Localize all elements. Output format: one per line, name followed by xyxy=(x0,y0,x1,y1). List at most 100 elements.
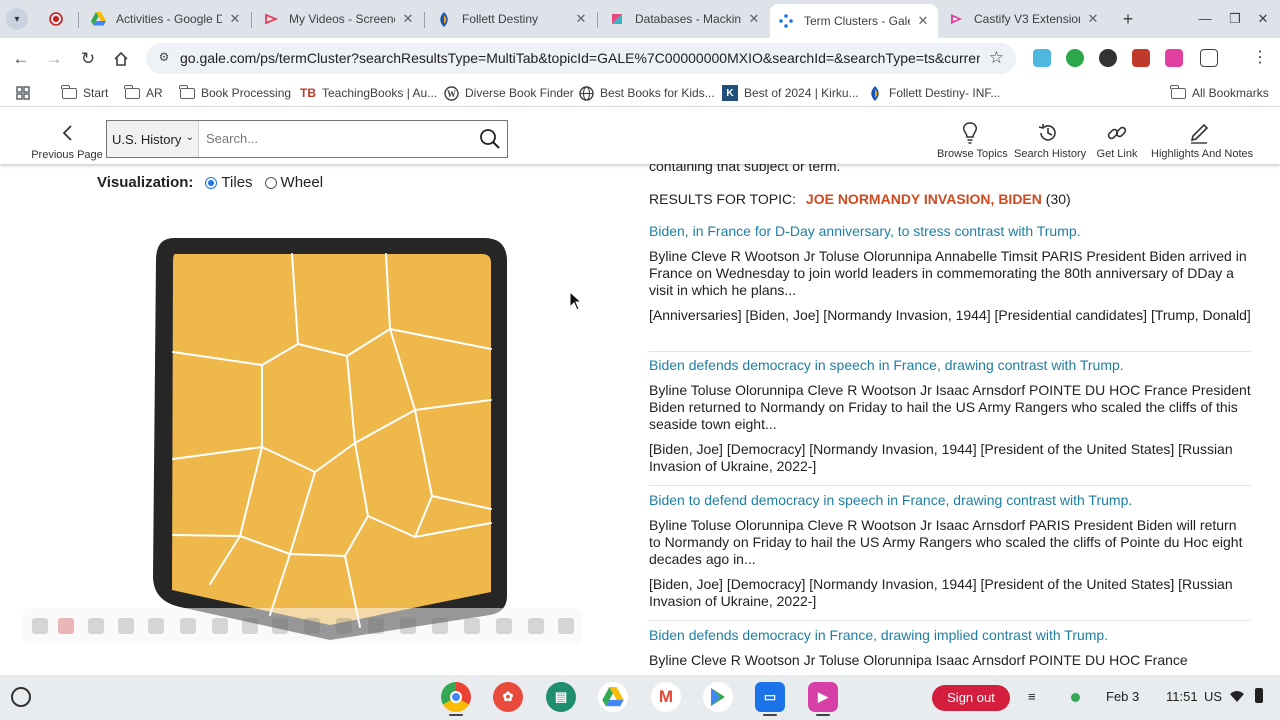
tab-recording[interactable] xyxy=(40,4,80,34)
google-drive-icon[interactable] xyxy=(598,682,628,712)
address-bar[interactable]: ⚙ go.gale.com/ps/termCluster?searchResul… xyxy=(146,43,1016,74)
apps-grid-icon[interactable] xyxy=(16,84,30,102)
result-subjects[interactable]: [Biden, Joe] [Democracy] [Normandy Invas… xyxy=(649,576,1251,610)
tab-mackinvia[interactable]: Databases - MackinVIA ✕ xyxy=(601,4,769,34)
previous-page-button[interactable]: Previous Page xyxy=(30,124,104,161)
gmail-icon[interactable]: M xyxy=(651,682,681,712)
extension-icon[interactable] xyxy=(1066,49,1084,67)
history-icon xyxy=(1014,122,1082,144)
close-tab-icon[interactable]: ✕ xyxy=(401,11,415,27)
bookmark-kirkus[interactable]: K Best of 2024 | Kirku... xyxy=(722,84,859,102)
battery-icon[interactable] xyxy=(1255,688,1263,703)
folder-icon xyxy=(1169,84,1186,101)
tab-term-clusters[interactable]: Term Clusters - Gale In Context ✕ xyxy=(770,4,938,38)
get-link-button[interactable]: Get Link xyxy=(1096,122,1138,160)
bookmark-book-processing[interactable]: Book Processing xyxy=(178,84,291,102)
wifi-icon[interactable] xyxy=(1229,689,1245,708)
search-history-button[interactable]: Search History xyxy=(1014,122,1086,160)
result-title-link[interactable]: Biden, in France for D-Day anniversary, … xyxy=(649,223,1251,240)
bookmark-star-icon[interactable]: ☆ xyxy=(989,48,1004,68)
bookmark-diverse-book-finder[interactable]: W Diverse Book Finder xyxy=(443,84,574,102)
sign-out-button[interactable]: Sign out xyxy=(932,685,1010,711)
close-tab-icon[interactable]: ✕ xyxy=(747,11,761,27)
menu-icon[interactable]: ⋮ xyxy=(1252,47,1268,67)
recording-toolbar xyxy=(22,608,582,644)
files-icon[interactable]: ▭ xyxy=(755,682,785,712)
bookmark-label: Start xyxy=(83,86,109,100)
bookmark-label: All Bookmarks xyxy=(1192,86,1269,100)
lightbulb-icon xyxy=(937,122,1003,144)
play-store-icon[interactable] xyxy=(703,682,733,712)
restore-button[interactable]: ❐ xyxy=(1224,8,1246,30)
search-input[interactable]: Search... xyxy=(206,131,258,146)
locale-text[interactable]: US xyxy=(1204,689,1222,704)
wheel-radio[interactable] xyxy=(264,176,277,189)
minimize-button[interactable]: — xyxy=(1194,8,1216,30)
bookmark-follett-destiny[interactable]: Follett Destiny- INF... xyxy=(867,84,1000,102)
follett-destiny-icon xyxy=(867,85,883,101)
system-shelf: ✿ ▤ M ▭ ▶ Sign out ≡ Feb 3 11:51 US xyxy=(0,675,1280,720)
result-title-link[interactable]: Biden to defend democracy in speech in F… xyxy=(649,492,1251,509)
date-text[interactable]: Feb 3 xyxy=(1106,689,1139,704)
screencastify-icon[interactable]: ▶ xyxy=(808,682,838,712)
bookmark-label: Best of 2024 | Kirku... xyxy=(744,86,859,100)
intro-text: containing that subject or term. xyxy=(649,164,841,174)
tiles-label[interactable]: Tiles xyxy=(221,174,252,191)
castify-extension-icon[interactable] xyxy=(1165,49,1183,67)
site-info-icon[interactable]: ⚙ xyxy=(156,50,172,66)
bookmark-start[interactable]: Start xyxy=(60,84,109,102)
close-tab-icon[interactable]: ✕ xyxy=(228,11,242,27)
extension-icon[interactable] xyxy=(1033,49,1051,67)
close-window-button[interactable]: ✕ xyxy=(1252,8,1274,30)
bookmarks-bar: Start AR Book Processing TB TeachingBook… xyxy=(0,79,1280,107)
extension-icon[interactable] xyxy=(1132,49,1150,67)
time-text[interactable]: 11:51 xyxy=(1166,689,1198,704)
browse-topics-button[interactable]: Browse Topics xyxy=(937,122,1008,160)
wheel-label[interactable]: Wheel xyxy=(281,174,324,191)
result-title-link[interactable]: Biden defends democracy in speech in Fra… xyxy=(649,357,1251,374)
search-button[interactable] xyxy=(479,128,501,150)
result-subjects[interactable]: [Anniversaries] [Biden, Joe] [Normandy I… xyxy=(649,307,1251,324)
tool-label: Highlights And Notes xyxy=(1151,148,1254,160)
extension-icon[interactable] xyxy=(1099,49,1117,67)
all-bookmarks[interactable]: All Bookmarks xyxy=(1169,84,1269,102)
bookmark-ar[interactable]: AR xyxy=(123,84,163,102)
back-arrow-icon[interactable]: ← xyxy=(9,47,33,71)
highlights-notes-button[interactable]: Highlights And Notes xyxy=(1151,122,1254,160)
bookmark-best-books-for-kids[interactable]: Best Books for Kids... xyxy=(578,84,715,102)
tab-screencastify[interactable]: My Videos - Screencast ✕ xyxy=(255,4,423,34)
status-dot-icon xyxy=(1071,693,1080,702)
close-tab-icon[interactable]: ✕ xyxy=(916,13,930,29)
result-title-link[interactable]: Biden defends democracy in France, drawi… xyxy=(649,627,1251,644)
mackinvia-icon xyxy=(609,11,625,27)
results-heading: RESULTS FOR TOPIC: JOE NORMANDY INVASION… xyxy=(649,191,1071,207)
search-scope-select[interactable]: U.S. History ⌄ xyxy=(107,121,199,157)
previous-page-label: Previous Page xyxy=(31,149,103,161)
new-tab-button[interactable]: + xyxy=(1117,8,1139,30)
chrome-icon[interactable] xyxy=(441,682,471,712)
art-app-icon[interactable]: ✿ xyxy=(493,682,523,712)
tab-google-drive[interactable]: Activities - Google Dr ✕ xyxy=(82,4,250,34)
close-tab-icon[interactable]: ✕ xyxy=(574,11,588,27)
screencastify-icon xyxy=(263,11,279,27)
tab-castify[interactable]: Castify V3 Extension ✕ xyxy=(940,4,1108,34)
term-cluster-tiles[interactable] xyxy=(150,234,520,644)
bookmark-teachingbooks[interactable]: TB TeachingBooks | Au... xyxy=(300,84,437,102)
puzzle-extensions-icon[interactable] xyxy=(1200,49,1218,67)
reload-icon[interactable]: ↻ xyxy=(76,47,100,71)
tiles-radio[interactable] xyxy=(205,176,218,189)
result-subjects[interactable]: [Biden, Joe] [Democracy] [Normandy Invas… xyxy=(649,441,1251,475)
phone-hub-icon[interactable]: ≡ xyxy=(1028,689,1036,704)
search-icon xyxy=(480,129,500,149)
launcher-icon[interactable] xyxy=(11,687,31,707)
forward-arrow-icon[interactable]: → xyxy=(42,47,66,71)
bookmark-label: Best Books for Kids... xyxy=(600,86,715,100)
classroom-icon[interactable]: ▤ xyxy=(546,682,576,712)
home-icon[interactable] xyxy=(109,47,133,71)
bookmark-label: Follett Destiny- INF... xyxy=(889,86,1001,100)
tab-search-button[interactable]: ▾ xyxy=(6,8,28,30)
tab-follett-destiny[interactable]: Follett Destiny ✕ xyxy=(428,4,596,34)
close-tab-icon[interactable]: ✕ xyxy=(1086,11,1100,27)
globe-icon xyxy=(578,85,594,101)
bookmark-label: Diverse Book Finder xyxy=(465,86,574,100)
